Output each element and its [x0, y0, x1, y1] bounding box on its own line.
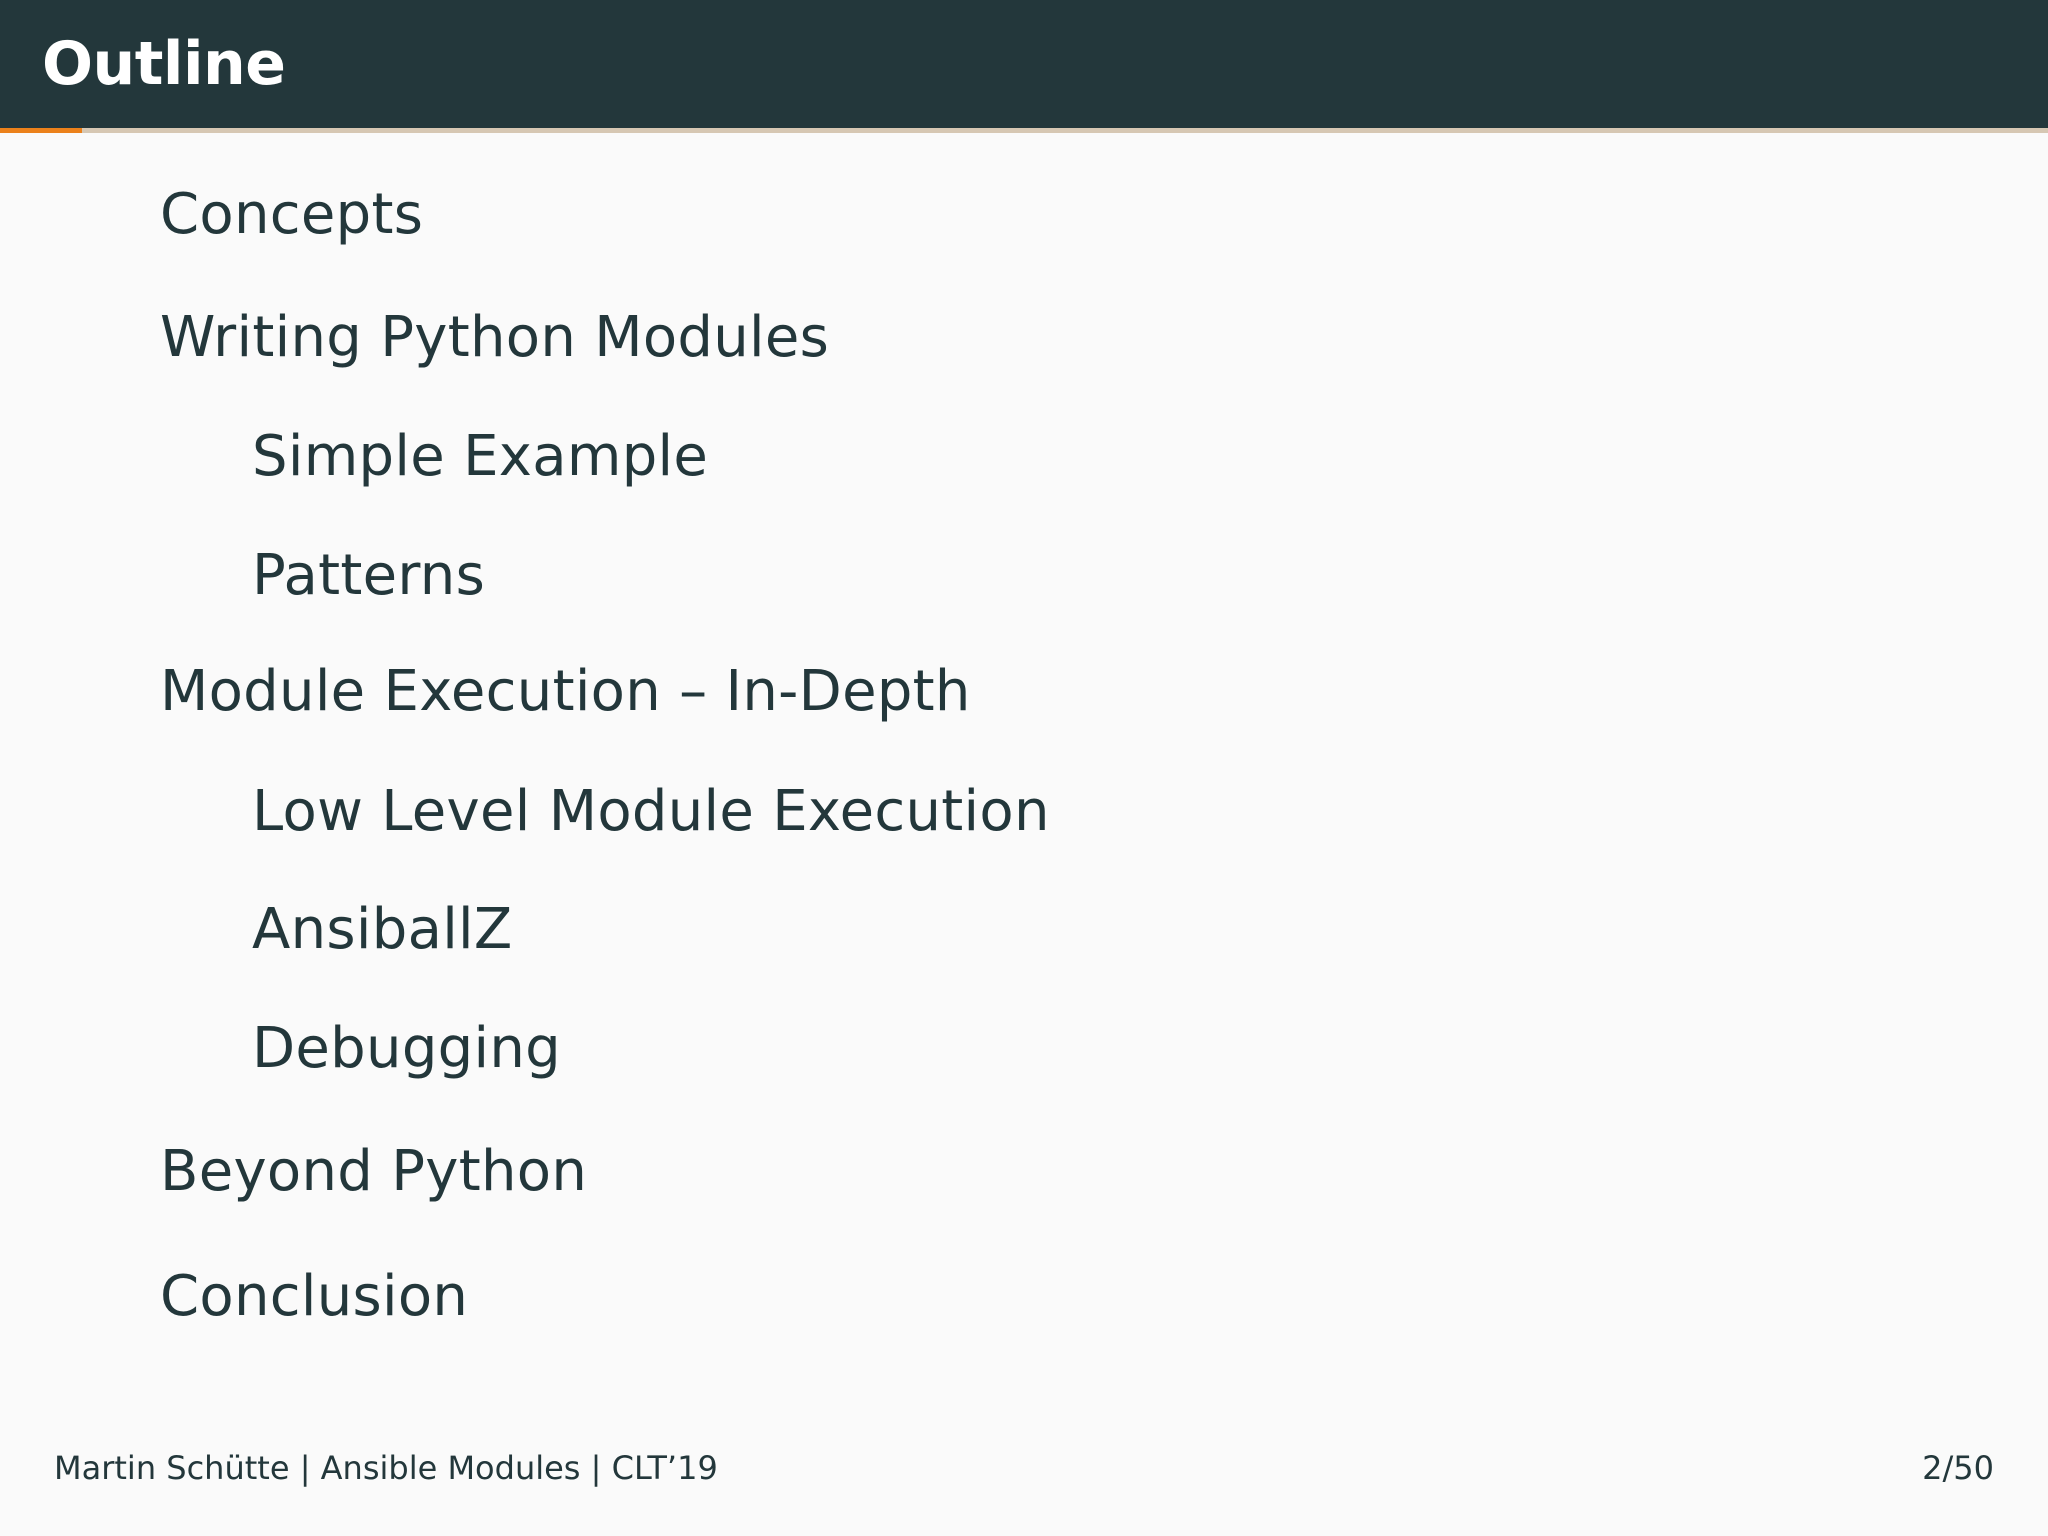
outline-subitem-simple-example[interactable]: Simple Example: [252, 422, 708, 492]
outline-subitem-patterns[interactable]: Patterns: [252, 541, 485, 611]
outline-subitem-ansiballz[interactable]: AnsiballZ: [252, 895, 513, 965]
outline-item-module-execution[interactable]: Module Execution – In-Depth: [160, 657, 971, 727]
outline-subitem-debugging[interactable]: Debugging: [252, 1014, 561, 1084]
page-number: 2/50: [1922, 1449, 1994, 1487]
outline-item-conclusion[interactable]: Conclusion: [160, 1262, 468, 1332]
slide: Outline Concepts Writing Python Modules …: [0, 0, 2048, 1536]
outline-item-beyond-python[interactable]: Beyond Python: [160, 1137, 587, 1207]
outline-item-writing-python-modules[interactable]: Writing Python Modules: [160, 303, 829, 373]
outline-subitem-low-level-module-execution[interactable]: Low Level Module Execution: [252, 777, 1050, 847]
outline-item-concepts[interactable]: Concepts: [160, 180, 423, 250]
outline-list: Concepts Writing Python Modules Simple E…: [0, 0, 2048, 1400]
footer-info: Martin Schütte | Ansible Modules | CLT’1…: [54, 1449, 718, 1487]
